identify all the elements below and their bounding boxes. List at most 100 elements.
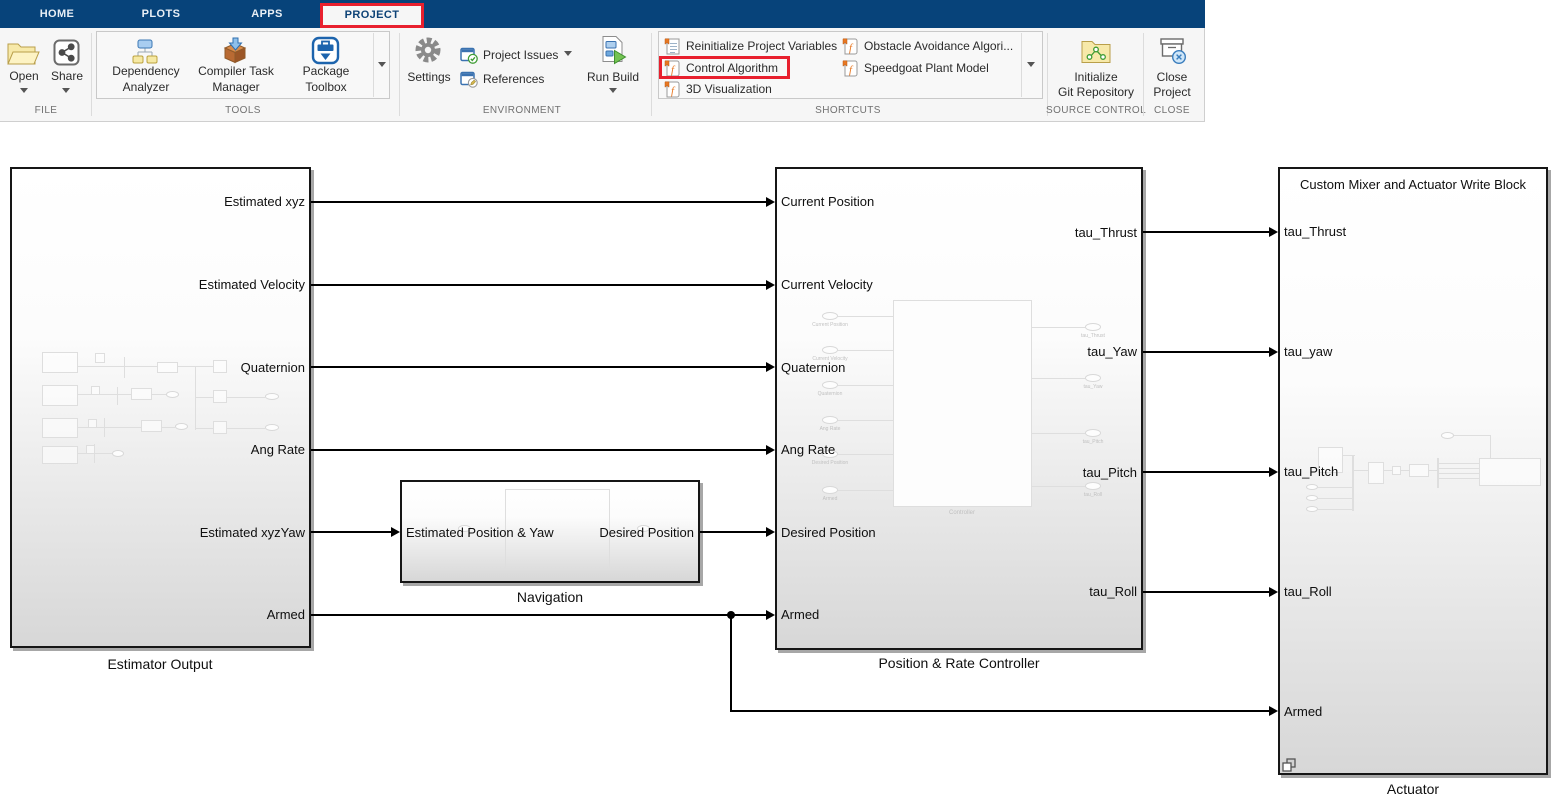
- run-build-icon: [598, 35, 628, 65]
- wire-tau-thrust[interactable]: [1143, 231, 1269, 233]
- wire-armed-branch-vertical[interactable]: [730, 614, 732, 711]
- ghost-shape: [838, 454, 893, 455]
- share-dropdown-caret[interactable]: [62, 88, 70, 93]
- share-button[interactable]: Share: [43, 69, 91, 83]
- tab-home[interactable]: HOME: [17, 0, 97, 28]
- open-button[interactable]: Open: [0, 69, 48, 83]
- wire-arrowhead: [766, 197, 775, 207]
- ghost-shape: [1032, 327, 1085, 328]
- wire-arrowhead: [766, 280, 775, 290]
- wire-quaternion[interactable]: [311, 366, 766, 368]
- ghost-shape: [1409, 464, 1429, 477]
- actuator-block-title: Custom Mixer and Actuator Write Block: [1283, 177, 1543, 192]
- project-issues-icon: [460, 46, 478, 64]
- wire-estimated-xyzyaw[interactable]: [311, 531, 391, 533]
- ghost-shape: [78, 394, 131, 395]
- wire-estimated-velocity[interactable]: [311, 284, 766, 286]
- ghost-shape: [265, 424, 279, 431]
- wire-tau-pitch[interactable]: [1143, 471, 1269, 473]
- ghost-port-label: Armed: [800, 496, 860, 502]
- ghost-shape: [1318, 509, 1352, 510]
- controller-port-tau-pitch: tau_Pitch: [1015, 465, 1137, 480]
- open-dropdown-caret[interactable]: [20, 88, 28, 93]
- tools-section-label: TOOLS: [193, 105, 293, 116]
- file-section-label: FILE: [6, 105, 86, 116]
- wire-arrowhead: [1269, 347, 1278, 357]
- ghost-shape: [1032, 378, 1085, 379]
- ghost-shape: [1439, 478, 1479, 479]
- ghost-shape: [822, 416, 838, 424]
- controller-port-armed: Armed: [781, 607, 819, 622]
- wire-tau-roll[interactable]: [1143, 591, 1269, 593]
- dependency-analyzer-icon: [130, 38, 160, 65]
- run-build-caret[interactable]: [609, 88, 617, 93]
- initialize-git-button-line2[interactable]: Git Repository: [1046, 85, 1146, 99]
- project-issues-button[interactable]: Project Issues: [483, 48, 558, 62]
- library-link-badge-icon: [1281, 757, 1297, 773]
- estimator-output-block[interactable]: [10, 167, 311, 648]
- tools-gallery-caret[interactable]: [378, 62, 386, 67]
- wire-armed-branch[interactable]: [730, 710, 1269, 712]
- ghost-shape: [1401, 470, 1409, 471]
- share-icon: [53, 39, 80, 66]
- dependency-analyzer-button[interactable]: Dependency: [96, 64, 196, 78]
- compiler-task-manager-button-line2[interactable]: Manager: [186, 80, 286, 94]
- wire-desired-position[interactable]: [700, 531, 766, 533]
- package-toolbox-button-line2[interactable]: Toolbox: [276, 80, 376, 94]
- ghost-shape: [94, 444, 95, 463]
- shortcut-obstacle-avoidance[interactable]: Obstacle Avoidance Algori...: [864, 39, 1013, 53]
- close-project-button-line2[interactable]: Project: [1132, 85, 1212, 99]
- package-toolbox-icon: [311, 36, 340, 65]
- project-issues-caret[interactable]: [564, 51, 572, 56]
- ghost-shape: [131, 388, 152, 400]
- tab-apps[interactable]: APPS: [227, 0, 307, 28]
- ghost-shape: [1490, 435, 1491, 459]
- compiler-task-manager-button[interactable]: Compiler Task: [186, 64, 286, 78]
- section-divider: [651, 33, 652, 116]
- compiler-task-manager-icon: [221, 36, 250, 65]
- ghost-shape: [195, 366, 196, 430]
- ghost-shape: [91, 386, 100, 395]
- package-toolbox-button[interactable]: Package: [276, 64, 376, 78]
- ghost-port-label: tau_Thrust: [1063, 333, 1123, 339]
- ghost-shape: [1032, 486, 1085, 487]
- ghost-shape: [88, 419, 97, 428]
- estimator-port-armed: Armed: [100, 607, 305, 622]
- ghost-shape: [1306, 506, 1318, 512]
- ghost-shape: [195, 397, 213, 398]
- actuator-port-tau-thrust: tau_Thrust: [1284, 224, 1346, 239]
- ghost-shape: [838, 385, 893, 386]
- shortcut-speedgoat-plant-model[interactable]: Speedgoat Plant Model: [864, 61, 989, 75]
- wire-armed[interactable]: [311, 614, 766, 616]
- ghost-shape: [893, 300, 1032, 507]
- shortcuts-section-label: SHORTCUTS: [798, 105, 898, 116]
- wire-tau-yaw[interactable]: [1143, 351, 1269, 353]
- shortcut-reinitialize-project-variables[interactable]: Reinitialize Project Variables: [686, 39, 837, 53]
- settings-button[interactable]: Settings: [394, 70, 464, 84]
- gallery-divider: [373, 33, 374, 97]
- shortcuts-gallery-caret[interactable]: [1027, 62, 1035, 67]
- dependency-analyzer-button-line2[interactable]: Analyzer: [96, 80, 196, 94]
- ghost-port-label: tau_Yaw: [1063, 384, 1123, 390]
- ghost-shape: [227, 397, 265, 398]
- wire-arrowhead: [766, 362, 775, 372]
- ghost-shape: [1392, 466, 1401, 475]
- ghost-shape: [1318, 498, 1352, 499]
- wire-ang-rate[interactable]: [311, 449, 766, 451]
- ghost-subsystem-label: Controller: [922, 510, 1002, 516]
- wire-estimated-xyz[interactable]: [311, 201, 766, 203]
- ghost-shape: [162, 427, 175, 428]
- ghost-shape: [838, 490, 893, 491]
- references-button[interactable]: References: [483, 72, 544, 86]
- close-project-button[interactable]: Close: [1132, 70, 1212, 84]
- 3d-visualization-icon: f: [664, 81, 680, 98]
- ghost-shape: [42, 446, 78, 464]
- shortcut-3d-visualization[interactable]: 3D Visualization: [686, 82, 772, 96]
- settings-gear-icon: [414, 36, 442, 64]
- actuator-port-armed: Armed: [1284, 704, 1322, 719]
- initialize-git-button[interactable]: Initialize: [1046, 70, 1146, 84]
- ghost-shape: [1441, 432, 1454, 439]
- tab-plots[interactable]: PLOTS: [121, 0, 201, 28]
- estimator-port-ang-rate: Ang Rate: [100, 442, 305, 457]
- run-build-button[interactable]: Run Build: [573, 70, 653, 84]
